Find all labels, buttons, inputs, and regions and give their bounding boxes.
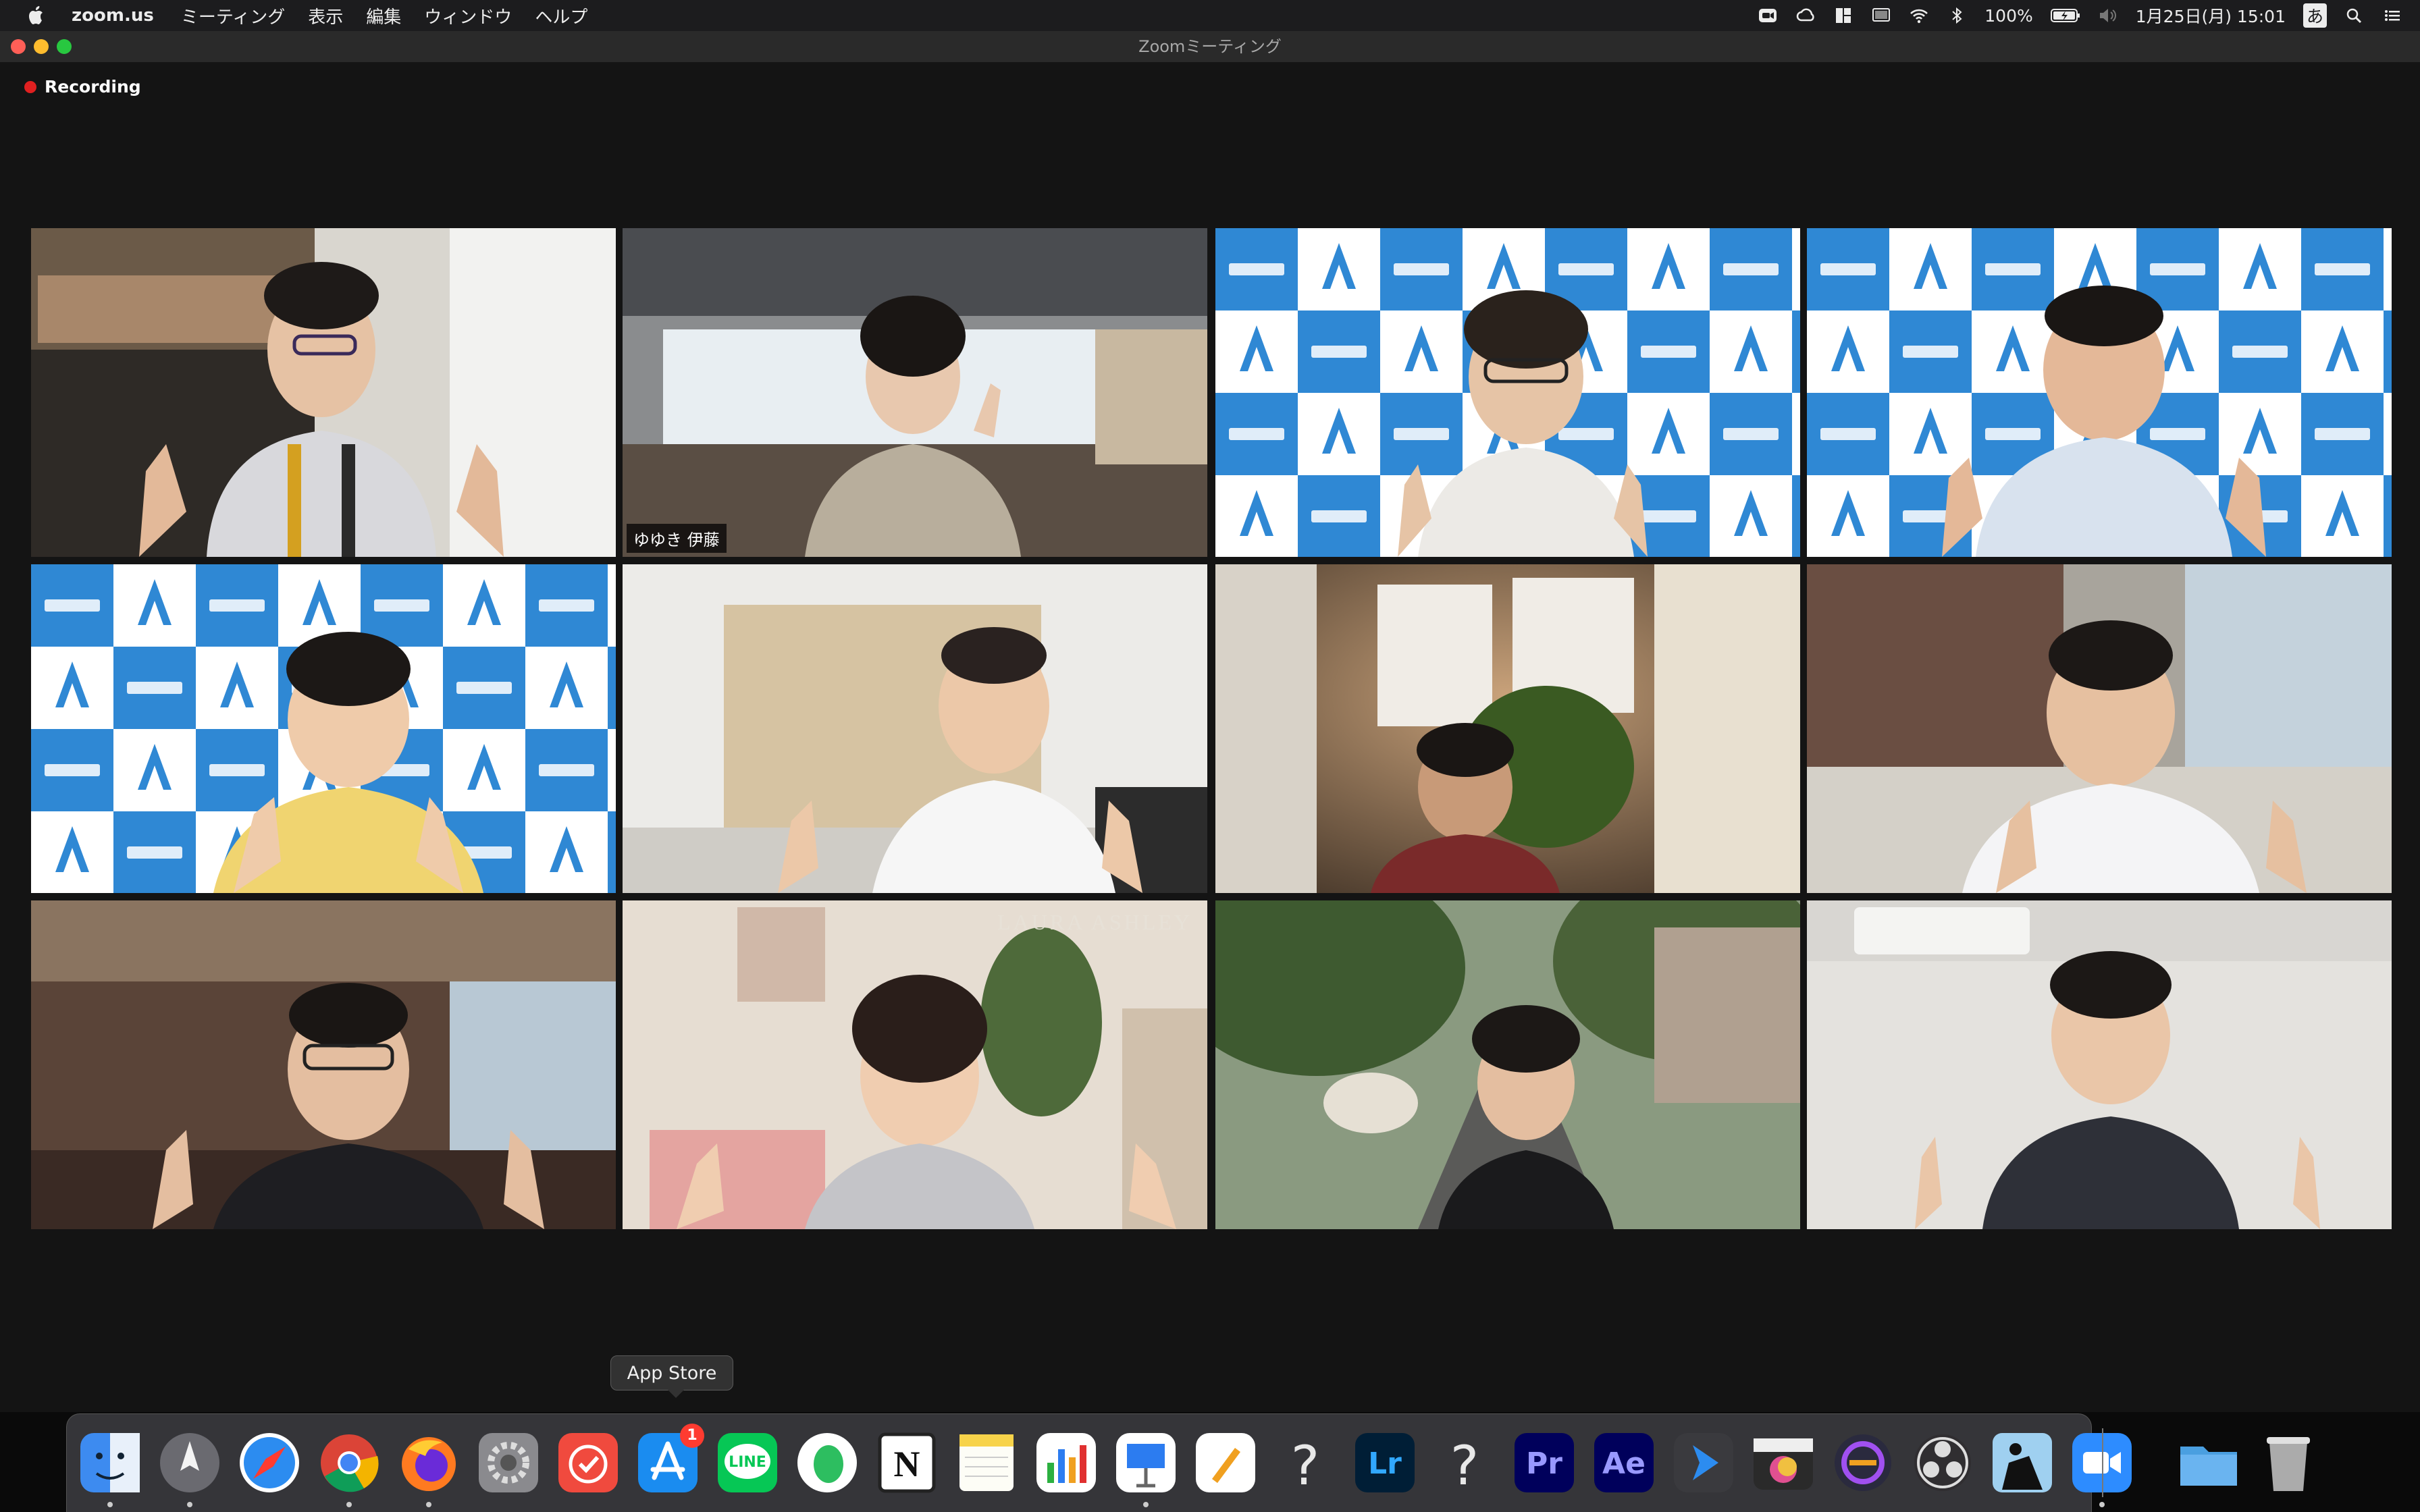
running-indicator-dot — [107, 1502, 113, 1507]
participant-video-tile[interactable] — [1807, 228, 2392, 557]
notes-icon[interactable] — [953, 1429, 1020, 1496]
timer-app-icon[interactable] — [554, 1429, 622, 1496]
recording-indicator[interactable]: Recording — [24, 77, 141, 97]
dock-icon-glyph: Ae — [1602, 1447, 1646, 1481]
recording-dot-icon — [24, 80, 36, 93]
notification-badge: 1 — [680, 1424, 704, 1448]
battery-percent: 100% — [1984, 5, 2033, 26]
lightroom-icon[interactable]: Lr — [1351, 1429, 1419, 1496]
menu-view[interactable]: 表示 — [308, 3, 343, 28]
apple-menu-icon[interactable] — [24, 3, 49, 28]
running-indicator-dot — [187, 1502, 192, 1507]
keynote-icon[interactable] — [1112, 1429, 1180, 1496]
display-icon[interactable] — [1871, 7, 1891, 24]
running-indicator-dot — [346, 1502, 352, 1507]
dock-icon-glyph: Lr — [1368, 1447, 1402, 1481]
participant-video-tile[interactable] — [1215, 900, 1800, 1229]
dock-icon-glyph: N — [894, 1444, 920, 1484]
input-method-indicator[interactable]: あ — [2303, 3, 2327, 28]
participant-name-tag: ゆゆき 伊藤 — [627, 524, 727, 553]
premiere-icon[interactable]: Pr — [1510, 1429, 1578, 1496]
virtual-background-watermark: LAURA ASHLEY — [997, 910, 1192, 934]
screen-share-icon[interactable] — [1670, 1429, 1737, 1496]
participant-video-tile[interactable] — [1807, 564, 2392, 893]
menu-app-name[interactable]: zoom.us — [72, 5, 154, 26]
spotlight-search-icon[interactable] — [2344, 7, 2365, 24]
evernote-icon[interactable] — [793, 1429, 861, 1496]
menu-clock[interactable]: 1月25日(月) 15:01 — [2136, 3, 2286, 28]
pages-icon[interactable] — [1192, 1429, 1259, 1496]
running-indicator-dot — [1143, 1502, 1149, 1507]
safari-icon[interactable] — [236, 1429, 303, 1496]
battery-icon[interactable] — [2050, 7, 2080, 24]
app-store-icon[interactable]: 1 — [634, 1424, 704, 1496]
firefox-icon[interactable] — [395, 1429, 463, 1496]
menu-edit[interactable]: 編集 — [366, 3, 401, 28]
dock-separator — [2102, 1428, 2103, 1497]
folder-icon[interactable] — [2175, 1429, 2242, 1496]
menu-bar: zoom.us ミーティング 表示 編集 ウィンドウ ヘルプ 100% 1月25… — [0, 0, 2420, 31]
dock-icon-glyph: ? — [1450, 1434, 1479, 1496]
zoom-status-icon[interactable] — [1758, 7, 1778, 24]
participant-video-tile[interactable] — [31, 900, 616, 1229]
participant-video-tile[interactable] — [1215, 228, 1800, 557]
dock-icon-glyph: Pr — [1526, 1447, 1562, 1481]
menu-window[interactable]: ウィンドウ — [424, 3, 512, 28]
wifi-icon[interactable] — [1909, 7, 1929, 24]
volume-icon[interactable] — [2098, 7, 2118, 24]
window-layout-icon[interactable] — [1833, 7, 1853, 24]
dock-icon-glyph: ? — [1291, 1434, 1319, 1496]
dock-tooltip: App Store — [610, 1355, 733, 1398]
notion-icon[interactable]: N — [873, 1429, 941, 1496]
numbers-icon[interactable] — [1032, 1429, 1100, 1496]
launchpad-icon[interactable] — [156, 1429, 223, 1496]
final-cut-icon[interactable] — [1750, 1429, 1817, 1496]
finder-icon[interactable] — [76, 1429, 144, 1496]
control-center-icon[interactable] — [2382, 7, 2402, 24]
running-indicator-dot — [2099, 1502, 2105, 1507]
unknown-app-icon[interactable]: ? — [1431, 1429, 1498, 1497]
participant-video-tile[interactable]: LAURA ASHLEY — [623, 900, 1207, 1229]
window-title-bar[interactable]: Zoomミーティング — [0, 31, 2420, 63]
participant-video-tile[interactable] — [1807, 900, 2392, 1229]
meeting-gallery-view: Recording ゆゆき 伊藤 LAURA ASHLEY — [0, 62, 2420, 1412]
participant-video-tile[interactable] — [1215, 564, 1800, 893]
unknown-app-icon[interactable]: ? — [1271, 1429, 1339, 1497]
motion-icon[interactable] — [1829, 1429, 1897, 1496]
bluetooth-icon[interactable] — [1947, 7, 1967, 24]
participant-video-tile-active-speaker[interactable]: ゆゆき 伊藤 — [623, 228, 1207, 557]
system-preferences-icon[interactable] — [475, 1429, 542, 1496]
dock: 1 LINE N? Lr? Pr Ae — [66, 1413, 2310, 1512]
menu-help[interactable]: ヘルプ — [535, 3, 587, 28]
window-title: Zoomミーティング — [1138, 37, 1282, 56]
trash-icon[interactable] — [2255, 1429, 2322, 1496]
creative-cloud-icon[interactable] — [1795, 7, 1816, 24]
participant-video-tile[interactable] — [31, 228, 616, 557]
recording-label: Recording — [45, 77, 141, 97]
participant-video-tile[interactable] — [623, 564, 1207, 893]
dock-icon-glyph: LINE — [729, 1454, 766, 1471]
line-icon[interactable]: LINE — [714, 1429, 781, 1496]
obs-icon[interactable] — [1909, 1429, 1976, 1496]
after-effects-icon[interactable]: Ae — [1590, 1429, 1658, 1496]
participant-video-tile[interactable] — [31, 564, 616, 893]
kindle-icon[interactable] — [1989, 1429, 2056, 1496]
running-indicator-dot — [426, 1502, 431, 1507]
menu-meeting[interactable]: ミーティング — [181, 3, 285, 28]
chrome-icon[interactable] — [315, 1429, 383, 1496]
